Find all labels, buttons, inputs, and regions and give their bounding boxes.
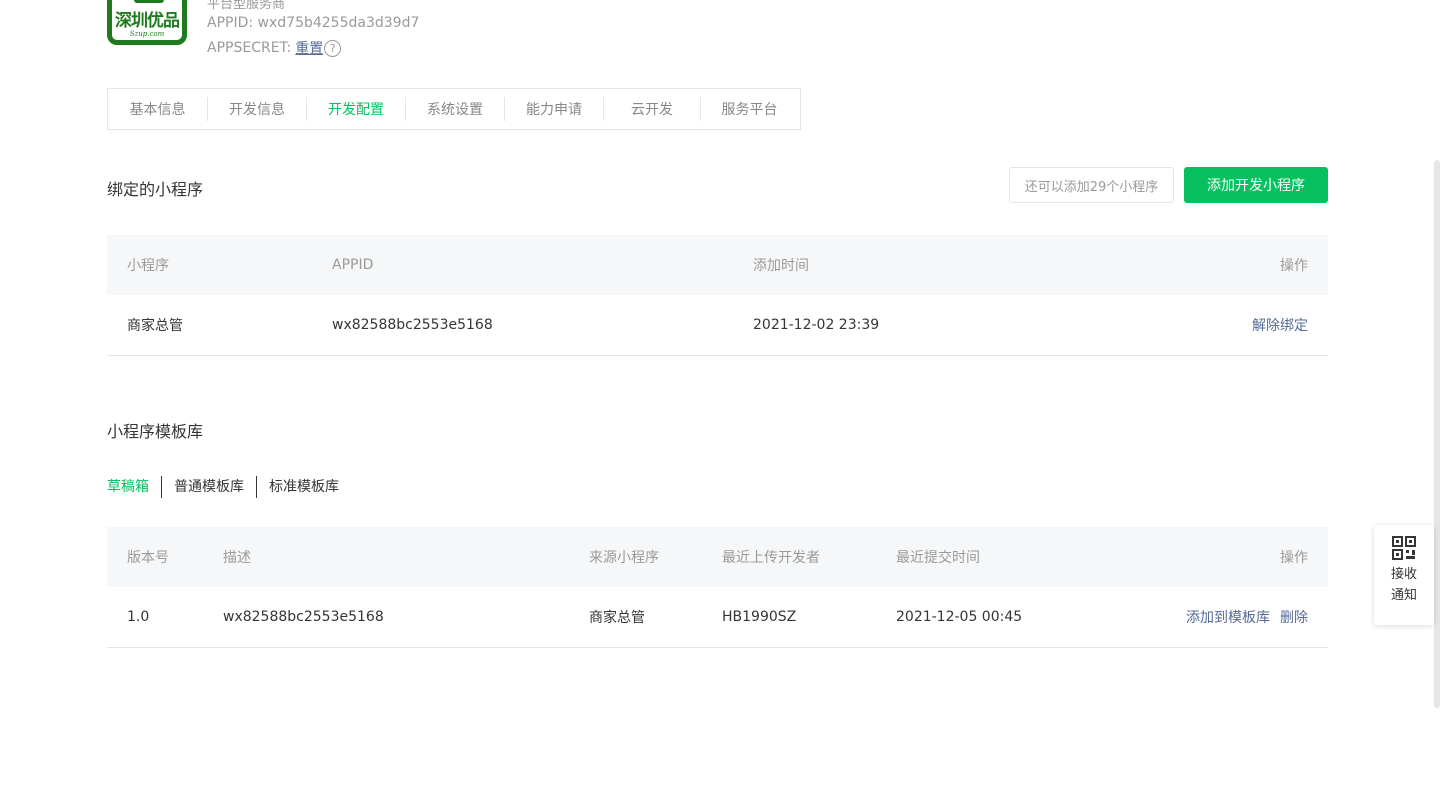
- add-dev-miniprogram-button[interactable]: 添加开发小程序: [1184, 167, 1328, 203]
- receive-notice-label: 接收通知: [1390, 567, 1417, 603]
- remaining-quota: 还可以添加29个小程序: [1009, 167, 1174, 203]
- table-row: 1.0 wx82588bc2553e5168 商家总管 HB1990SZ 202…: [107, 587, 1328, 648]
- receive-notice-widget[interactable]: 接收通知: [1374, 525, 1434, 625]
- add-to-template-link[interactable]: 添加到模板库: [1186, 607, 1270, 627]
- tab-system-settings[interactable]: 系统设置: [406, 97, 505, 121]
- col-submit-time: 最近提交时间: [896, 550, 980, 566]
- col-description: 描述: [223, 550, 251, 566]
- row-appid: wx82588bc2553e5168: [332, 317, 493, 333]
- row-submit-time: 2021-12-05 00:45: [896, 609, 1023, 625]
- row-actions: 添加到模板库 删除: [1186, 607, 1308, 627]
- tab-dev-config[interactable]: 开发配置: [307, 97, 406, 121]
- bound-section-title: 绑定的小程序: [107, 180, 204, 199]
- template-section-title: 小程序模板库: [107, 422, 204, 441]
- logo-name: 深圳优品: [115, 11, 180, 31]
- template-table: 版本号 描述 来源小程序 最近上传开发者 最近提交时间 操作 1.0 wx825…: [107, 527, 1328, 648]
- template-table-header: 版本号 描述 来源小程序 最近上传开发者 最近提交时间 操作: [107, 527, 1328, 587]
- account-appsecret: APPSECRET: 重置 ?: [207, 38, 342, 58]
- bound-table: 小程序 APPID 添加时间 操作 商家总管 wx82588bc2553e516…: [107, 235, 1328, 356]
- subtab-standard-templates[interactable]: 标准模板库: [256, 476, 351, 498]
- logo-top-mark: [134, 0, 164, 3]
- bound-table-header: 小程序 APPID 添加时间 操作: [107, 235, 1328, 295]
- col-developer: 最近上传开发者: [722, 550, 820, 566]
- subtab-drafts[interactable]: 草稿箱: [107, 476, 161, 498]
- table-row: 商家总管 wx82588bc2553e5168 2021-12-02 23:39…: [107, 295, 1328, 356]
- row-description: wx82588bc2553e5168: [223, 609, 384, 625]
- template-subtabs: 草稿箱 普通模板库 标准模板库: [107, 475, 351, 499]
- col-actions: 操作: [1280, 258, 1308, 274]
- scrollbar[interactable]: [1434, 160, 1440, 708]
- col-source: 来源小程序: [589, 550, 659, 566]
- row-source: 商家总管: [589, 610, 645, 626]
- tab-basic-info[interactable]: 基本信息: [108, 97, 208, 121]
- dev-config-page: 深圳优品 Szup.com 平台型服务商 APPID: wxd75b4255da…: [0, 0, 1440, 789]
- unbind-link[interactable]: 解除绑定: [1252, 315, 1308, 335]
- account-type: 平台型服务商: [207, 0, 286, 12]
- row-name: 商家总管: [127, 318, 183, 334]
- tab-cloud-dev[interactable]: 云开发: [604, 97, 701, 121]
- row-version: 1.0: [127, 609, 150, 625]
- appsecret-label: APPSECRET:: [207, 40, 292, 56]
- row-time: 2021-12-02 23:39: [753, 317, 880, 333]
- col-added-time: 添加时间: [753, 258, 809, 274]
- main-tabs: 基本信息 开发信息 开发配置 系统设置 能力申请 云开发 服务平台: [107, 88, 801, 130]
- account-appid: APPID: wxd75b4255da3d39d7: [207, 15, 420, 31]
- col-appid: APPID: [332, 257, 374, 273]
- col-version: 版本号: [127, 550, 169, 566]
- help-icon[interactable]: ?: [324, 39, 342, 57]
- qrcode-icon: [1392, 536, 1416, 564]
- delete-link[interactable]: 删除: [1280, 607, 1308, 627]
- col-miniprogram: 小程序: [127, 258, 169, 274]
- col-template-actions: 操作: [1280, 550, 1308, 566]
- account-logo: 深圳优品 Szup.com: [107, 0, 187, 45]
- logo-subtext: Szup.com: [129, 30, 165, 38]
- row-developer: HB1990SZ: [722, 609, 797, 625]
- tab-capability-apply[interactable]: 能力申请: [505, 97, 604, 121]
- tab-dev-info[interactable]: 开发信息: [208, 97, 307, 121]
- tab-service-platform[interactable]: 服务平台: [701, 97, 798, 121]
- subtab-normal-templates[interactable]: 普通模板库: [161, 476, 256, 498]
- reset-secret-link[interactable]: 重置: [295, 38, 323, 58]
